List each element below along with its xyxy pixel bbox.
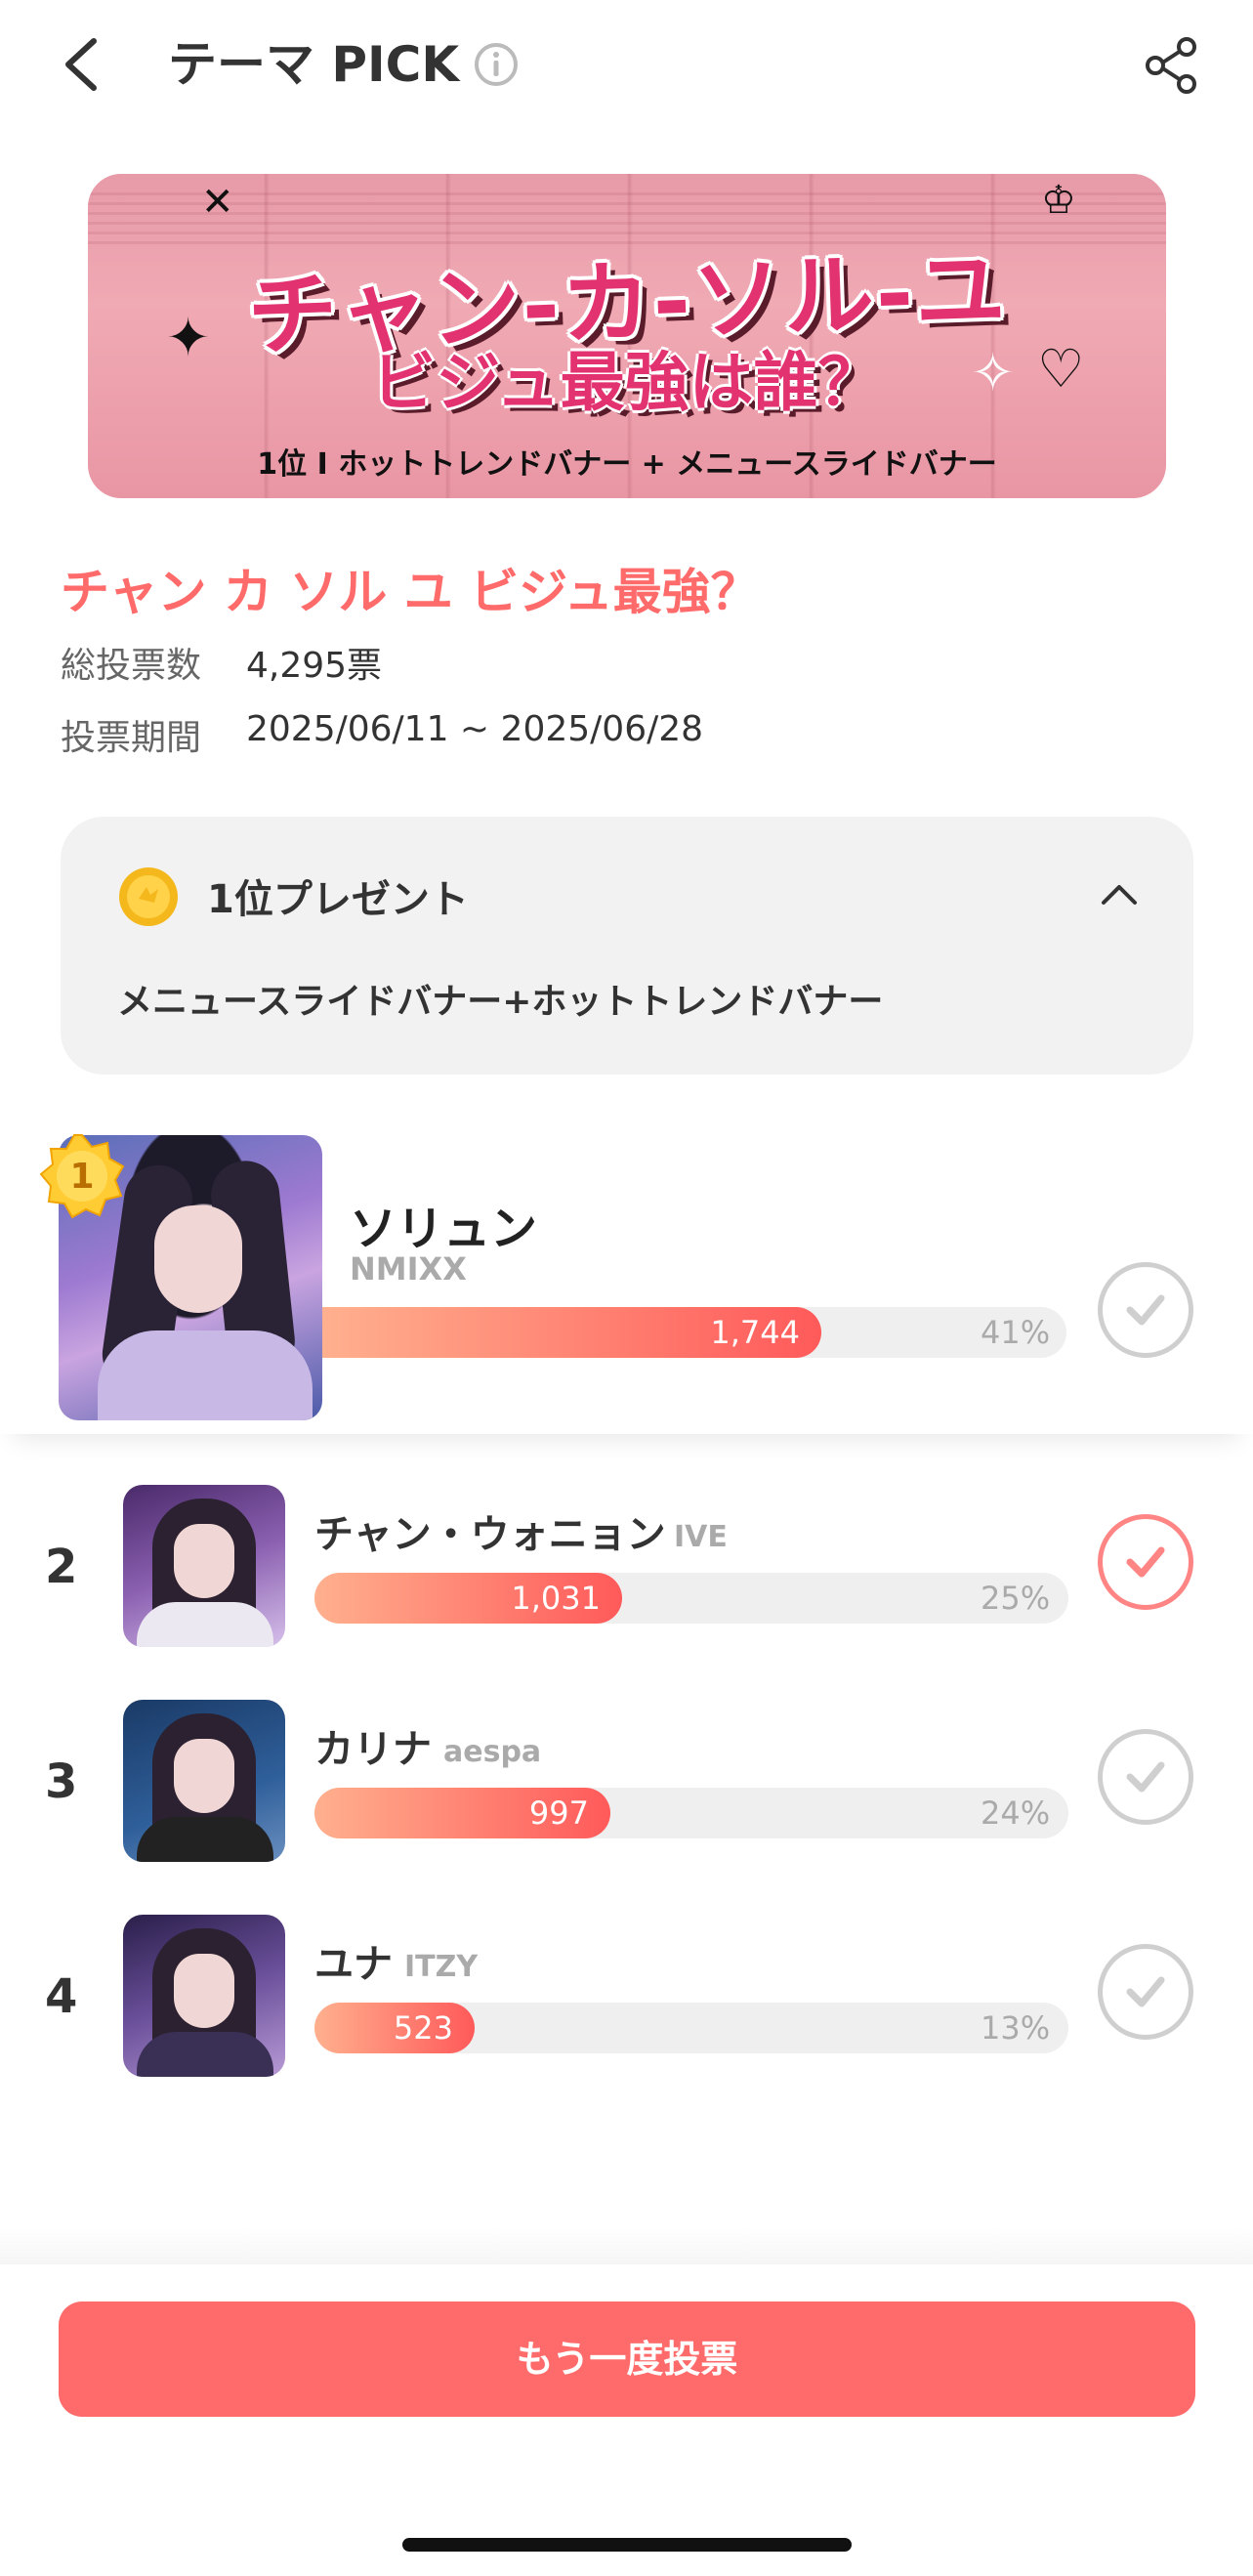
- gold-medal-icon: 1: [39, 1133, 125, 1219]
- vote-percent: 13%: [981, 2009, 1051, 2047]
- coin-icon: [115, 864, 182, 930]
- rank-row-4: 4 ユナ ITZY 523 13%: [0, 1915, 1253, 2081]
- rank-row-2: 2 チャン・ウォニョン IVE 1,031 25%: [0, 1485, 1253, 1651]
- voting-period-value: 2025/06/11 ~ 2025/06/28: [246, 709, 704, 749]
- chevron-left-icon: [65, 38, 97, 91]
- voting-period-label: 投票期間: [61, 718, 202, 758]
- collapse-button[interactable]: [1096, 871, 1143, 918]
- chevron-up-icon: [1102, 885, 1137, 905]
- candidate-name: ユナ: [314, 1942, 393, 1987]
- candidate-group: aespa: [443, 1735, 542, 1769]
- sparkle-icon: ✕: [201, 180, 234, 225]
- checkmark-icon: [1126, 1761, 1165, 1793]
- page-title: テーマ PICK: [168, 36, 460, 93]
- vote-percent: 25%: [981, 1580, 1051, 1617]
- first-place-card: 1 ソリュン NMIXX 1,744 41%: [0, 1114, 1253, 1434]
- vote-count: 1,031: [511, 1580, 601, 1617]
- banner-caption: 1位 I ホットトレンドバナー + メニュースライドバナー: [257, 447, 997, 482]
- voting-period-row: 投票期間 2025/06/11 ~ 2025/06/28: [61, 709, 703, 760]
- candidate-photo: [123, 1700, 285, 1862]
- banner-subheadline: ビジュ最強は誰？: [371, 345, 883, 420]
- bottom-shadow: [0, 2227, 1253, 2266]
- checkmark-icon: [1126, 1976, 1165, 2007]
- checkmark-icon: [1126, 1294, 1165, 1326]
- back-button[interactable]: [55, 33, 113, 96]
- total-votes-row: 総投票数 4,295票: [61, 637, 382, 688]
- checkmark-icon: [1126, 1546, 1165, 1578]
- poll-banner-image: ✕ ✦ ✧ ♡ ♔ チャン-カ-ソル-ユ ビジュ最強は誰？ 1位 I ホットトレ…: [88, 174, 1166, 498]
- share-button[interactable]: [1141, 35, 1201, 96]
- vote-count: 997: [528, 1795, 589, 1832]
- candidate-name: チャン・ウォニョン: [314, 1512, 666, 1557]
- vote-check-button[interactable]: [1098, 1514, 1193, 1610]
- candidate-name: ソリュン: [350, 1202, 538, 1256]
- top-nav-bar: テーマ PICK: [0, 0, 1253, 137]
- rank-number: 3: [45, 1754, 78, 1809]
- reward-description: メニュースライドバナー+ホットトレンドバナー: [117, 982, 884, 1022]
- candidate-name: カリナ: [314, 1727, 432, 1772]
- total-votes-label: 総投票数: [61, 646, 202, 686]
- candidate-photo: [123, 1915, 285, 2077]
- share-icon: [1146, 37, 1196, 94]
- vote-percent: 24%: [981, 1795, 1051, 1832]
- rank-number: 2: [45, 1540, 78, 1594]
- total-votes-value: 4,295票: [246, 646, 383, 686]
- vote-count: 523: [393, 2009, 453, 2047]
- home-indicator: [402, 2538, 852, 2552]
- vote-again-button[interactable]: もう一度投票: [59, 2302, 1195, 2417]
- rank-row-3: 3 カリナ aespa 997 24%: [0, 1700, 1253, 1866]
- candidate-photo: [123, 1485, 285, 1647]
- vote-percent: 41%: [981, 1314, 1051, 1351]
- candidate-group: ITZY: [404, 1950, 479, 1984]
- candidate-group: IVE: [674, 1520, 728, 1554]
- reward-title: 1位プレゼント: [207, 877, 469, 922]
- vote-check-button[interactable]: [1098, 1262, 1193, 1358]
- reward-panel: 1位プレゼント メニュースライドバナー+ホットトレンドバナー: [61, 817, 1193, 1075]
- rank-badge-number: 1: [69, 1157, 94, 1197]
- vote-check-button[interactable]: [1098, 1944, 1193, 2040]
- candidate-group: NMIXX: [350, 1250, 467, 1288]
- vote-check-button[interactable]: [1098, 1729, 1193, 1825]
- poll-title: チャン カ ソル ユ ビジュ最強？: [61, 564, 760, 620]
- info-icon[interactable]: [473, 41, 520, 88]
- vote-count: 1,744: [710, 1314, 800, 1351]
- rank-number: 4: [45, 1969, 78, 2024]
